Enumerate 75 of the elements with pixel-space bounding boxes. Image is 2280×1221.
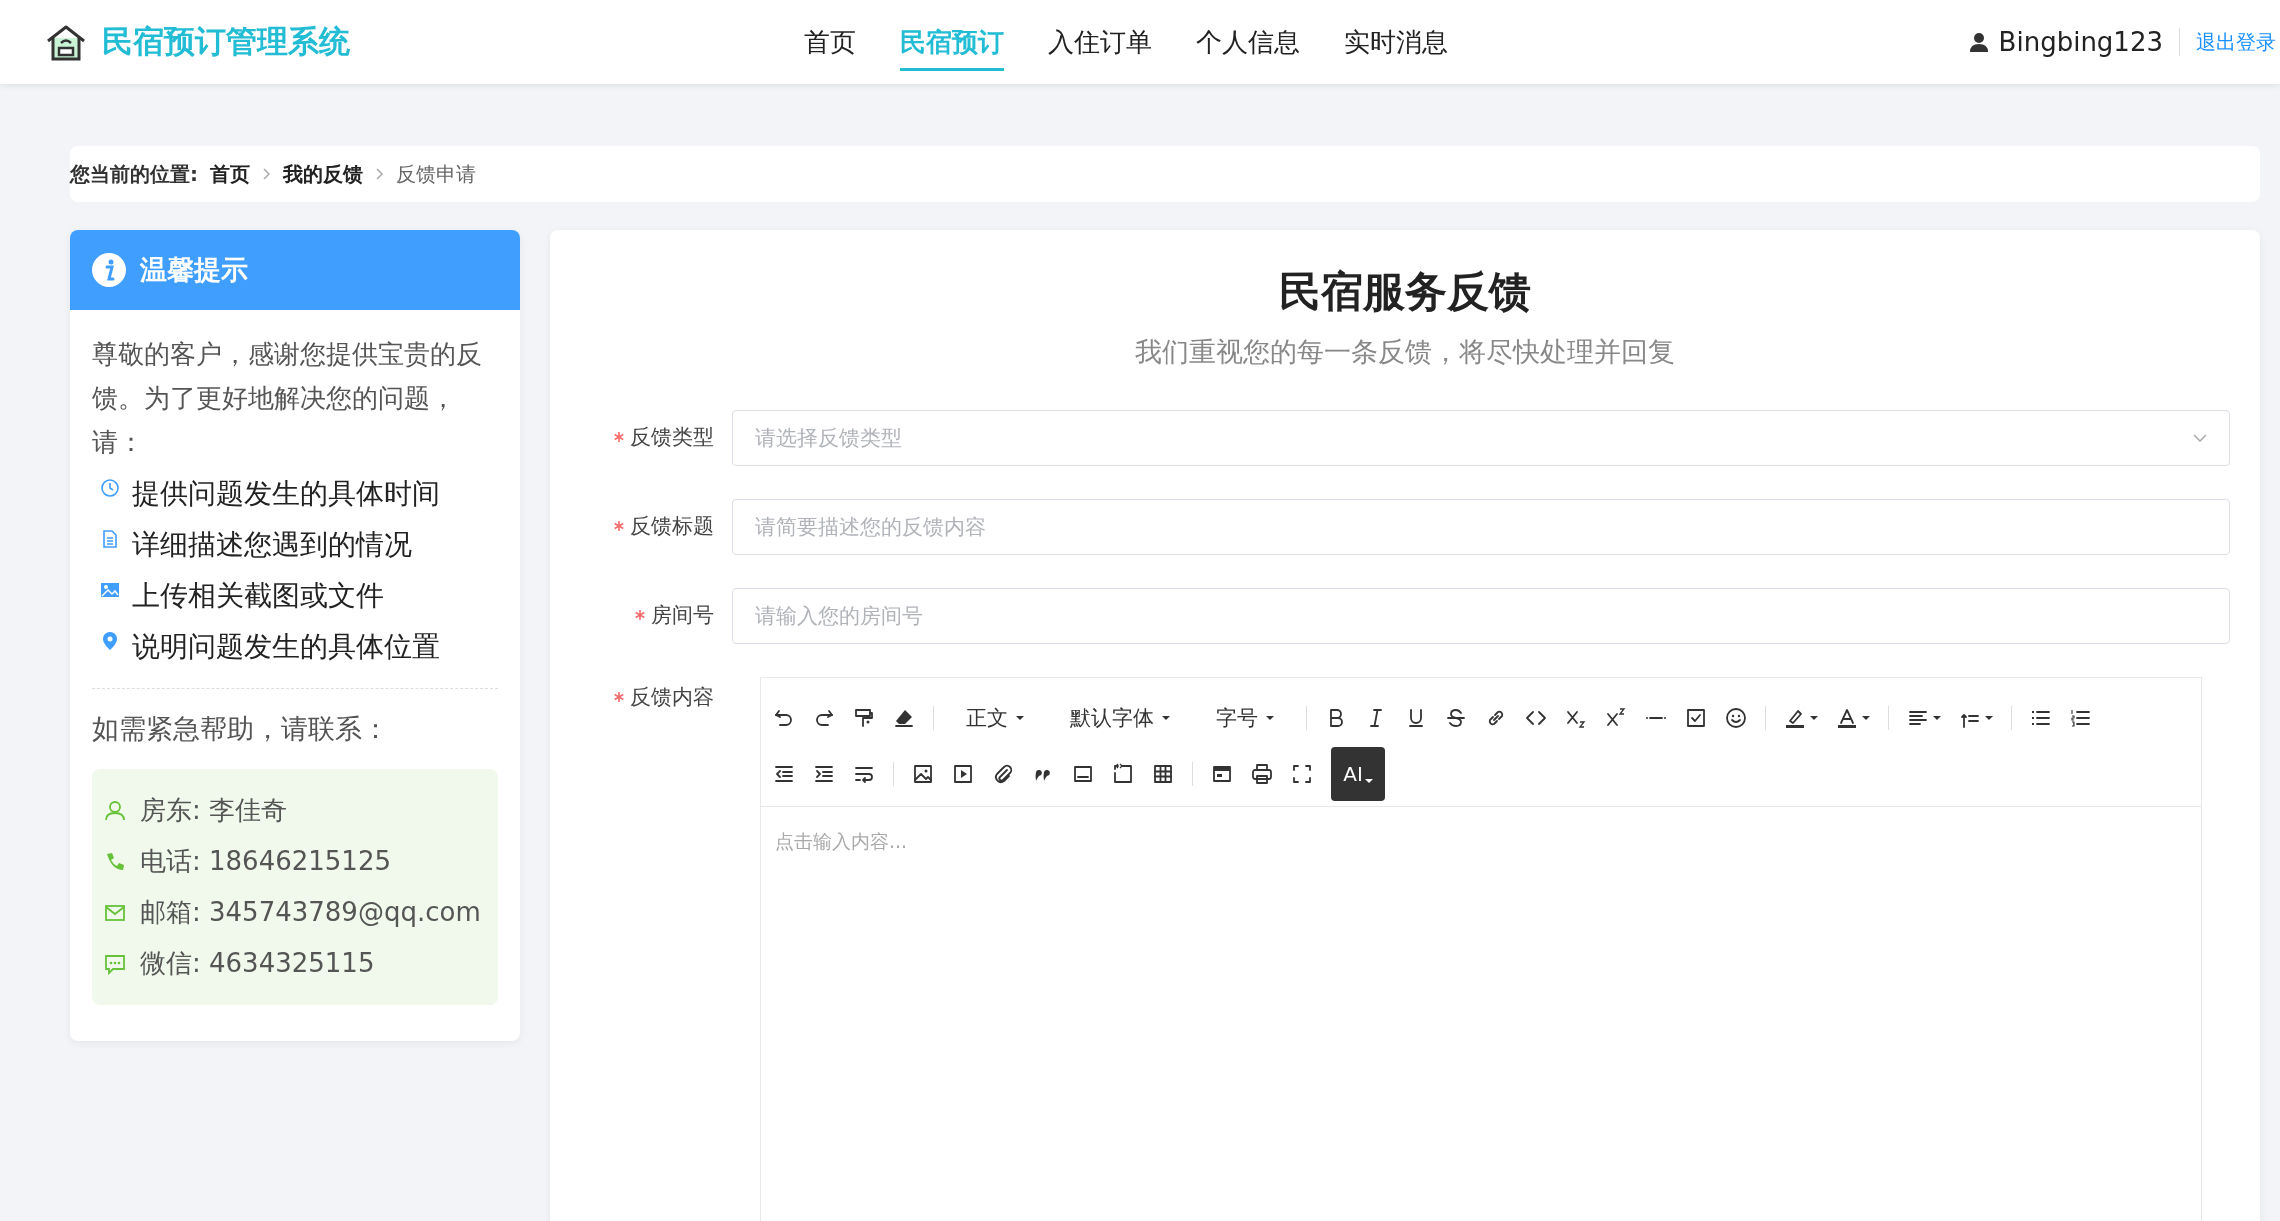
- window-icon[interactable]: [1211, 763, 1233, 785]
- code-block-icon[interactable]: [1112, 763, 1134, 785]
- form-subtitle: 我们重视您的每一条反馈，将尽快处理并回复: [1134, 335, 1676, 369]
- indent-icon[interactable]: [813, 763, 835, 785]
- numbered-list-icon[interactable]: [2070, 707, 2092, 729]
- paint-roller-icon[interactable]: [853, 707, 875, 729]
- breadcrumb-label: 您当前的位置:: [70, 160, 198, 188]
- user-icon: [1968, 32, 1989, 52]
- smiley-icon[interactable]: [1725, 707, 1747, 729]
- checkbox-icon[interactable]: [1685, 707, 1707, 729]
- table-icon[interactable]: [1152, 763, 1174, 785]
- nav-tab[interactable]: 实时消息: [1344, 13, 1448, 71]
- font-color-icon: [1836, 707, 1858, 729]
- person-icon: [104, 799, 126, 822]
- field-label: 反馈类型: [630, 424, 714, 451]
- contact-text: 电话: 18646215125: [140, 845, 391, 878]
- strikethrough-icon[interactable]: [1445, 707, 1467, 729]
- location-pin-icon: [100, 631, 120, 651]
- contact-text: 邮箱: 345743789@qq.com: [140, 896, 481, 929]
- contact-text: 微信: 4634325115: [140, 947, 375, 980]
- help-text: 如需紧急帮助，请联系：: [92, 712, 390, 746]
- chat-bubble-icon: [104, 952, 126, 975]
- font-color-button[interactable]: [1836, 707, 1870, 729]
- image-icon: [100, 580, 120, 600]
- username: Bingbing123: [1998, 27, 2163, 57]
- tip-text: 提供问题发生的具体时间: [132, 476, 440, 512]
- field-label: 反馈内容: [630, 684, 714, 711]
- caret-icon: [1364, 779, 1373, 783]
- chevron-down-icon: [2193, 434, 2207, 442]
- panel-icon[interactable]: [1072, 763, 1094, 785]
- caret-icon: [1016, 716, 1024, 720]
- undo-icon[interactable]: [773, 707, 795, 729]
- current-page-text: 反馈申请: [396, 160, 476, 188]
- form-title: 民宿服务反馈: [1278, 266, 1532, 318]
- printer-icon[interactable]: [1251, 763, 1273, 785]
- field-label: 反馈标题: [630, 513, 714, 540]
- phone-icon: [104, 850, 126, 873]
- caret-icon: [1810, 716, 1818, 720]
- dropdown-button[interactable]: 字号: [1202, 704, 1288, 732]
- caret-icon: [1985, 716, 1993, 720]
- chevron-right-icon: [262, 168, 271, 180]
- contact-text: 房东: 李佳奇: [140, 794, 288, 827]
- caret-icon: [1162, 716, 1170, 720]
- dropdown-button[interactable]: 默认字体: [1056, 704, 1184, 732]
- tip-text: 上传相关截图或文件: [132, 578, 384, 614]
- info-icon: [92, 253, 126, 287]
- redo-icon[interactable]: [813, 707, 835, 729]
- nav-tab[interactable]: 个人信息: [1196, 13, 1300, 71]
- highlighter-button[interactable]: [1784, 707, 1818, 729]
- nav-tab[interactable]: 入住订单: [1048, 13, 1152, 71]
- highlighter-icon: [1784, 707, 1806, 729]
- breadcrumb-link[interactable]: 首页: [210, 160, 250, 188]
- document-icon: [100, 529, 120, 549]
- tip-text: 详细描述您遇到的情况: [132, 527, 412, 563]
- field-label: 房间号: [651, 602, 714, 629]
- tips-title: 温馨提示: [140, 253, 248, 287]
- app-title: 民宿预订管理系统: [102, 22, 350, 61]
- clock-icon: [100, 478, 120, 498]
- eraser-icon[interactable]: [893, 707, 915, 729]
- ai-button[interactable]: AI: [1331, 747, 1385, 801]
- video-icon[interactable]: [952, 763, 974, 785]
- caret-icon: [1862, 716, 1870, 720]
- image-icon[interactable]: [912, 763, 934, 785]
- outdent-icon[interactable]: [773, 763, 795, 785]
- intro-text: 尊敬的客户，感谢您提供宝贵的反馈。为了更好地解决您的问题，请：: [92, 338, 483, 459]
- caret-icon: [1266, 716, 1274, 720]
- nav-tab[interactable]: 首页: [804, 13, 856, 71]
- superscript-icon[interactable]: [1605, 707, 1627, 729]
- chevron-right-icon: [375, 168, 384, 180]
- paperclip-icon[interactable]: [992, 763, 1014, 785]
- fullscreen-icon[interactable]: [1291, 763, 1313, 785]
- tip-text: 说明问题发生的具体位置: [132, 629, 440, 665]
- dropdown-button[interactable]: 正文: [952, 704, 1038, 732]
- breadcrumb-link[interactable]: 我的反馈: [283, 160, 363, 188]
- caret-icon: [1933, 716, 1941, 720]
